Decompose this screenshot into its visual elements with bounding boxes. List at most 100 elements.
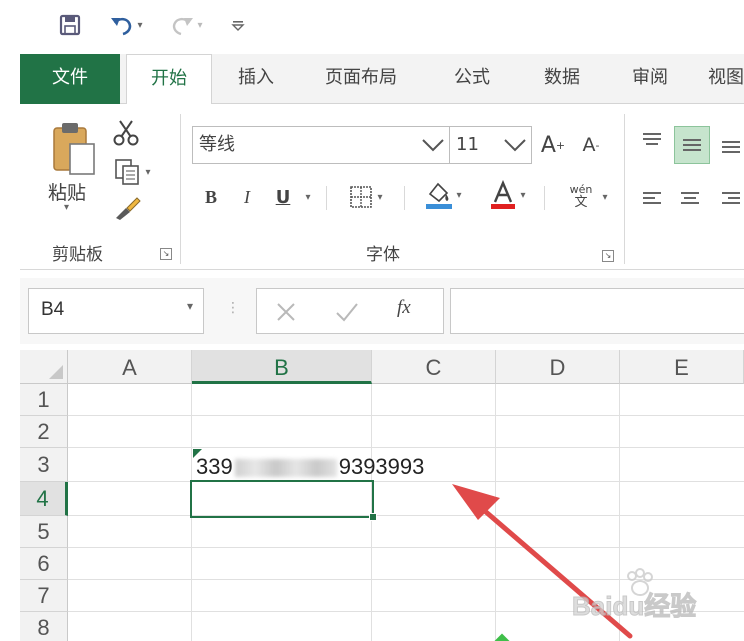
row-header-4[interactable]: 4 (20, 482, 68, 516)
borders-icon (350, 186, 373, 208)
row-header-7[interactable]: 7 (20, 580, 68, 612)
tab-review[interactable]: 审阅 (610, 54, 690, 104)
fill-handle[interactable] (369, 513, 377, 521)
grid-line (68, 547, 744, 548)
copy-button[interactable]: ▾ (106, 156, 158, 188)
tab-file[interactable]: 文件 (20, 54, 120, 104)
grid-line (68, 447, 744, 448)
redo-button[interactable]: ▾ (164, 12, 208, 38)
grow-font-icon: A (540, 132, 556, 158)
ribbon-tabs: 文件 开始 插入 页面布局 公式 数据 审阅 视图 (20, 54, 744, 105)
font-color-button[interactable]: ▾ (478, 176, 536, 214)
cancel-icon[interactable] (275, 301, 297, 323)
redo-dropdown-icon[interactable]: ▾ (197, 20, 202, 31)
copy-dropdown-icon[interactable]: ▾ (145, 167, 150, 178)
cell-b4-selected[interactable] (190, 480, 377, 521)
copy-icon (115, 159, 140, 185)
paste-icon (53, 123, 95, 175)
column-header-d[interactable]: D (496, 350, 620, 384)
paste-button[interactable] (44, 118, 104, 178)
row-header-8[interactable]: 8 (20, 612, 68, 641)
format-painter-button[interactable] (110, 192, 144, 222)
middle-align-button[interactable] (674, 126, 710, 164)
customize-qat-icon (231, 21, 245, 31)
fill-color-dropdown-icon[interactable]: ▾ (456, 190, 461, 201)
redo-icon (173, 18, 194, 36)
select-all-button[interactable] (20, 350, 68, 384)
top-align-button[interactable] (636, 124, 668, 158)
paste-dropdown-icon[interactable]: ▾ (64, 202, 69, 213)
undo-button[interactable]: ▾ (104, 12, 148, 38)
row-header-6[interactable]: 6 (20, 548, 68, 580)
align-left-button[interactable] (636, 182, 668, 216)
underline-dropdown-icon[interactable]: ▾ (300, 180, 316, 214)
row-header-2[interactable]: 2 (20, 416, 68, 448)
formula-bar-grip-icon[interactable]: ⋮ (226, 300, 240, 316)
borders-dropdown-icon[interactable]: ▾ (377, 192, 382, 203)
name-box[interactable]: B4 ▾ (28, 288, 204, 334)
green-marker-icon (493, 633, 511, 641)
cell-b3[interactable]: 339 9393993 (196, 454, 424, 480)
redacted-digits (234, 459, 337, 478)
watermark: Baidu经验 (568, 568, 744, 622)
group-separator (180, 114, 181, 264)
grid-line (68, 515, 744, 516)
column-header-e[interactable]: E (620, 350, 744, 384)
font-size-value: 11 (456, 134, 479, 155)
tab-home[interactable]: 开始 (126, 54, 212, 105)
chevron-down-icon[interactable] (421, 136, 445, 154)
shrink-font-button[interactable]: A- (576, 128, 606, 162)
paste-label[interactable]: 粘贴 (48, 178, 86, 205)
middle-align-icon (683, 139, 701, 151)
formula-bar: B4 ▾ ⋮ fx (20, 278, 744, 344)
fill-color-button[interactable]: ▾ (414, 176, 472, 214)
column-header-b[interactable]: B (192, 350, 372, 384)
italic-button[interactable]: I (234, 180, 260, 214)
name-box-value: B4 (41, 299, 65, 320)
bottom-align-button[interactable] (714, 128, 744, 162)
chevron-down-icon[interactable] (503, 136, 527, 154)
format-painter-icon (116, 197, 141, 220)
fill-color-icon (426, 182, 453, 209)
name-box-dropdown-icon[interactable]: ▾ (187, 299, 193, 313)
tab-page-layout[interactable]: 页面布局 (302, 54, 420, 104)
borders-button[interactable]: ▾ (338, 180, 394, 214)
font-size-box[interactable]: 11 (450, 126, 532, 164)
grow-arrow-icon: + (555, 138, 566, 152)
underline-button[interactable]: U (270, 180, 296, 214)
tab-insert[interactable]: 插入 (216, 54, 296, 104)
watermark-text: Baidu经验 (571, 591, 697, 622)
column-header-c[interactable]: C (372, 350, 496, 384)
tab-view[interactable]: 视图 (698, 54, 744, 104)
undo-dropdown-icon[interactable]: ▾ (137, 20, 142, 31)
grid-line (495, 384, 496, 641)
align-center-button[interactable] (674, 182, 706, 216)
group-separator (624, 114, 625, 264)
row-header-3[interactable]: 3 (20, 448, 68, 482)
align-right-icon (722, 192, 740, 204)
cut-button[interactable] (108, 116, 144, 150)
align-right-button[interactable] (714, 182, 744, 216)
column-header-a[interactable]: A (68, 350, 192, 384)
enter-icon[interactable] (335, 301, 359, 323)
phonetic-dropdown-icon[interactable]: ▾ (598, 180, 612, 214)
bold-button[interactable]: B (198, 180, 224, 214)
ribbon-home: 粘贴 ▾ ▾ 剪贴板 ↘ 等线 11 A + A - B I U ▾ ▾ ▾ ▾… (20, 104, 744, 270)
font-name-box[interactable]: 等线 (192, 126, 450, 164)
row-header-1[interactable]: 1 (20, 384, 68, 416)
clipboard-launcher-icon[interactable]: ↘ (160, 248, 172, 260)
font-separator (404, 186, 405, 210)
cell-b3-prefix: 339 (196, 454, 233, 479)
row-header-5[interactable]: 5 (20, 516, 68, 548)
customize-qat-button[interactable] (226, 12, 250, 38)
font-group-label: 字体 (366, 245, 400, 265)
tab-formulas[interactable]: 公式 (430, 54, 514, 104)
phonetic-bottom: 文 (574, 195, 588, 210)
save-button[interactable] (56, 12, 84, 38)
grow-font-button[interactable]: A + (538, 128, 568, 162)
font-color-dropdown-icon[interactable]: ▾ (520, 190, 525, 201)
tab-data[interactable]: 数据 (520, 54, 604, 104)
font-launcher-icon[interactable]: ↘ (602, 250, 614, 262)
formula-input[interactable] (450, 288, 744, 334)
insert-function-icon[interactable]: fx (397, 297, 411, 319)
